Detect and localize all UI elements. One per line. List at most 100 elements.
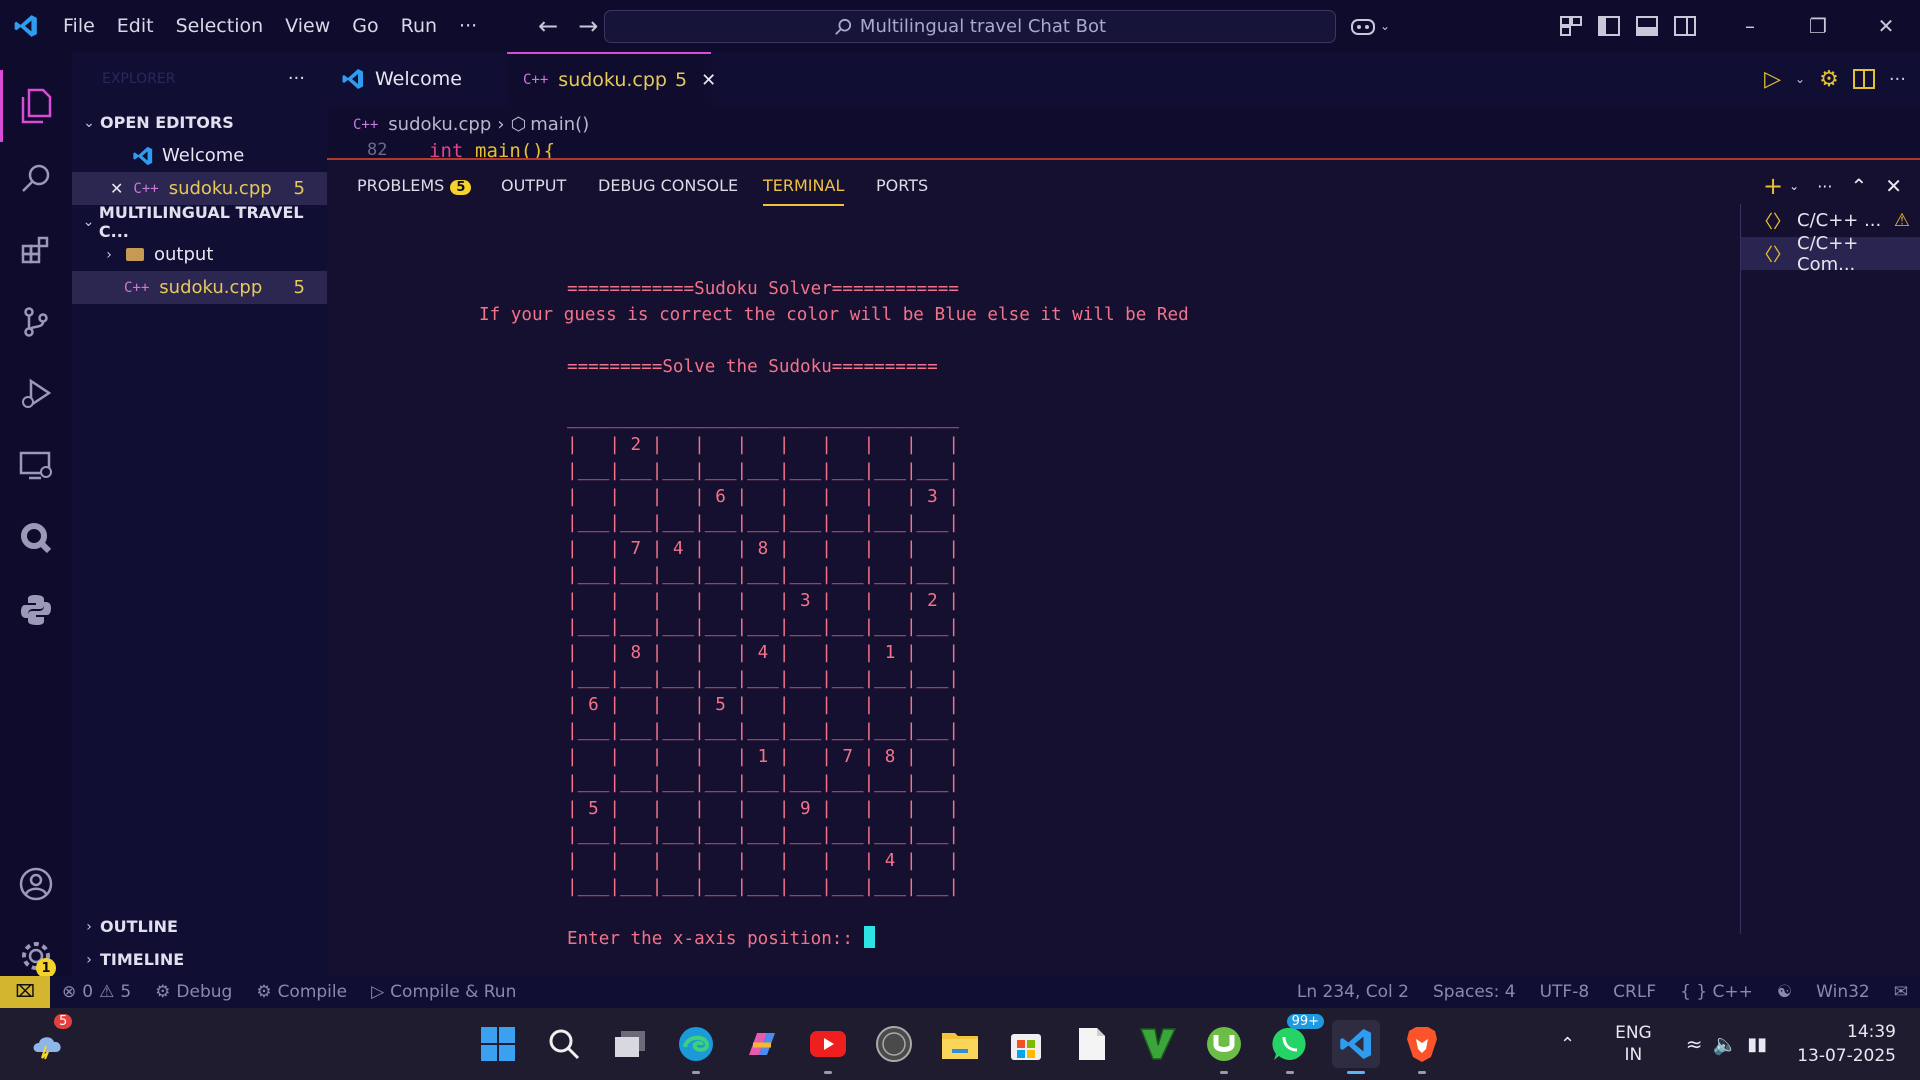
tab-problems[interactable]: PROBLEMS 5 — [357, 176, 472, 206]
close-window-button[interactable]: ✕ — [1852, 0, 1920, 52]
taskbar-search-icon[interactable] — [540, 1020, 588, 1068]
terminal-output[interactable]: ============Sudoku Solver============ If … — [479, 276, 1189, 952]
open-editor-sudoku[interactable]: ✕ C++ sudoku.cpp 5 — [72, 172, 327, 205]
youtube-icon[interactable] — [804, 1020, 852, 1074]
chevron-down-icon[interactable]: ⌄ — [1789, 179, 1799, 193]
split-editor-icon[interactable] — [1852, 69, 1875, 89]
search-icon[interactable] — [0, 142, 72, 214]
workspace-header[interactable]: ⌄ MULTILINGUAL TRAVEL C... — [72, 203, 327, 241]
breadcrumb-file[interactable]: sudoku.cpp — [388, 114, 491, 135]
encoding[interactable]: UTF-8 — [1528, 982, 1602, 1002]
show-hidden-icons-icon[interactable]: ⌃ — [1560, 1034, 1575, 1055]
restore-button[interactable]: ❐ — [1784, 0, 1852, 52]
file-sudoku[interactable]: C++ sudoku.cpp 5 — [72, 271, 327, 304]
start-button-icon[interactable] — [474, 1020, 522, 1068]
task-view-icon[interactable] — [606, 1020, 654, 1068]
notifications-bell-icon[interactable]: ✉ — [1882, 982, 1920, 1002]
minimize-button[interactable]: – — [1716, 0, 1784, 52]
open-editor-label: Welcome — [162, 145, 245, 166]
problems-status[interactable]: ⊗ 0 ⚠ 5 — [50, 982, 143, 1002]
vim-icon[interactable] — [1134, 1020, 1182, 1068]
extensions-icon[interactable] — [0, 214, 72, 286]
brave-browser-icon[interactable] — [1398, 1020, 1446, 1074]
run-icon[interactable]: ▷ — [1764, 67, 1781, 92]
end-of-line[interactable]: CRLF — [1601, 982, 1668, 1002]
remote-explorer-icon[interactable] — [0, 430, 72, 502]
toggle-panel-icon[interactable] — [1636, 16, 1658, 36]
vscode-taskbar-icon[interactable] — [1332, 1020, 1380, 1074]
copilot-app-icon[interactable] — [738, 1020, 786, 1068]
explorer-icon[interactable] — [0, 70, 72, 142]
python-icon[interactable] — [0, 574, 72, 646]
chevron-down-icon[interactable]: ⌄ — [1795, 72, 1805, 86]
weather-widget-icon[interactable]: 5 — [24, 1014, 73, 1068]
open-editor-welcome[interactable]: Welcome — [72, 139, 327, 172]
terminal-item[interactable]: 〈〉 C/C++ Com... — [1741, 233, 1920, 275]
clock[interactable]: 14:39 13-07-2025 — [1797, 1020, 1896, 1068]
remote-indicator-icon[interactable]: ⌧ — [0, 976, 50, 1008]
gear-icon[interactable]: ⚙ — [1819, 67, 1839, 92]
tab-output[interactable]: OUTPUT — [501, 176, 566, 206]
pw-app-icon[interactable] — [870, 1020, 918, 1068]
q-extension-icon[interactable] — [0, 502, 72, 574]
folder-output[interactable]: › output — [72, 238, 327, 271]
command-center-search[interactable]: Multilingual travel Chat Bot — [604, 10, 1336, 43]
new-terminal-icon[interactable]: + — [1763, 172, 1783, 200]
panel-more-icon[interactable]: ··· — [1817, 177, 1832, 196]
explorer-more-button[interactable]: ··· — [288, 68, 305, 89]
customize-layout-icon[interactable] — [1560, 16, 1582, 36]
notepad-icon[interactable] — [1068, 1020, 1116, 1068]
menu-run[interactable]: Run — [390, 0, 448, 52]
close-icon[interactable]: ✕ — [110, 179, 123, 198]
copilot-icon[interactable]: ⌄ — [1350, 15, 1390, 37]
menu-selection[interactable]: Selection — [165, 0, 275, 52]
menu-edit[interactable]: Edit — [106, 0, 165, 52]
vscode-logo-icon — [342, 69, 363, 89]
toggle-sidebar-icon[interactable] — [1598, 16, 1620, 36]
menu-view[interactable]: View — [274, 0, 341, 52]
cursor-position[interactable]: Ln 234, Col 2 — [1285, 982, 1421, 1002]
tab-terminal[interactable]: TERMINAL — [763, 176, 845, 206]
language-mode[interactable]: { } C++ — [1668, 982, 1765, 1002]
breadcrumb-symbol[interactable]: main() — [530, 114, 589, 135]
toggle-secondary-sidebar-icon[interactable] — [1674, 16, 1696, 36]
language-indicator[interactable]: ENG IN — [1615, 1022, 1652, 1066]
run-debug-icon[interactable] — [0, 358, 72, 430]
wifi-icon[interactable]: ≈ — [1686, 1032, 1703, 1056]
utorrent-icon[interactable] — [1200, 1020, 1248, 1074]
tab-ports[interactable]: PORTS — [876, 176, 928, 206]
volume-icon[interactable]: 🔈 — [1712, 1032, 1737, 1056]
battery-icon[interactable]: ▮▮ — [1747, 1034, 1767, 1055]
compile-button[interactable]: ⚙ Compile — [244, 982, 359, 1002]
copilot-status-icon[interactable]: ☯ — [1765, 982, 1804, 1002]
menu-file[interactable]: File — [52, 0, 106, 52]
sudoku-cell — [789, 643, 821, 663]
open-editors-header[interactable]: ⌄ OPEN EDITORS — [72, 106, 327, 139]
maximize-panel-icon[interactable]: ⌃ — [1850, 174, 1867, 198]
compile-run-button[interactable]: ▷ Compile & Run — [359, 982, 528, 1002]
indentation[interactable]: Spaces: 4 — [1421, 982, 1528, 1002]
cpp-file-icon: C++ — [523, 72, 549, 88]
debug-button[interactable]: ⚙ Debug — [143, 982, 244, 1002]
terminal-item[interactable]: 〈〉 C/C++ ... ⚠ — [1741, 204, 1920, 237]
close-icon[interactable]: ✕ — [701, 70, 716, 91]
terminal-prompt[interactable]: Enter the x-axis position:: — [567, 926, 1189, 952]
file-explorer-icon[interactable] — [936, 1020, 984, 1068]
forward-arrow-icon[interactable]: → — [568, 12, 608, 40]
microsoft-store-icon[interactable] — [1002, 1020, 1050, 1068]
tab-welcome[interactable]: Welcome — [327, 52, 505, 106]
tab-sudoku[interactable]: C++ sudoku.cpp 5 ✕ — [507, 52, 716, 106]
source-control-icon[interactable] — [0, 286, 72, 358]
outline-header[interactable]: › OUTLINE — [72, 910, 327, 943]
edge-browser-icon[interactable] — [672, 1020, 720, 1074]
close-panel-icon[interactable]: ✕ — [1885, 174, 1902, 198]
tab-debug-console[interactable]: DEBUG CONSOLE — [598, 176, 738, 206]
back-arrow-icon[interactable]: ← — [528, 12, 568, 40]
whatsapp-icon[interactable]: 99+ — [1266, 1014, 1324, 1074]
menu-go[interactable]: Go — [341, 0, 389, 52]
platform[interactable]: Win32 — [1804, 982, 1882, 1002]
editor-more-icon[interactable]: ··· — [1889, 69, 1906, 90]
timeline-header[interactable]: › TIMELINE — [72, 943, 327, 976]
account-icon[interactable] — [0, 848, 72, 920]
menu-more[interactable]: ··· — [448, 0, 488, 52]
